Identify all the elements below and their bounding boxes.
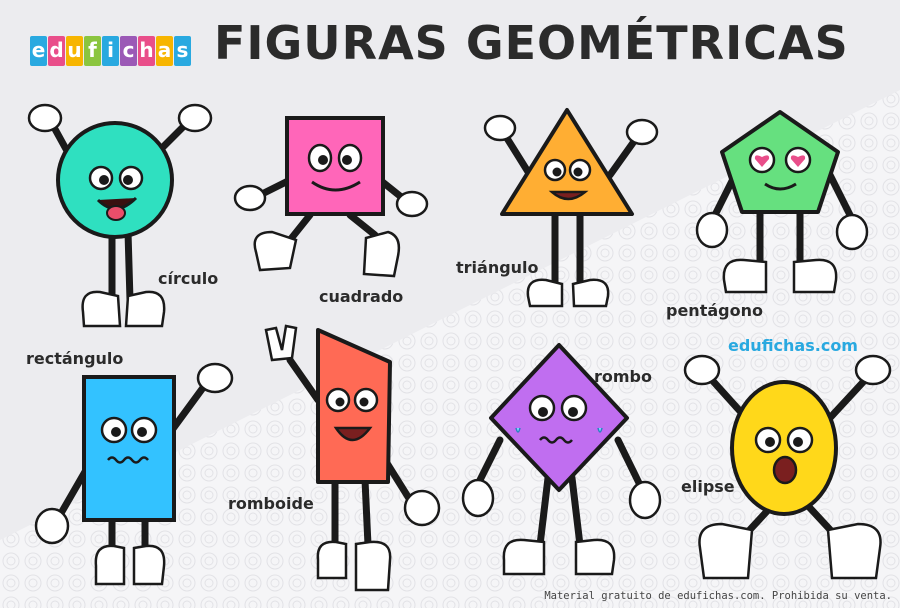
shape-label-elipse: elipse [681,477,735,496]
website-url[interactable]: edufichas.com [728,336,858,355]
ellipse-character [683,354,892,580]
worksheet: e d u f i c h a s FIGURAS GEOMÉTRICAS cí… [0,0,900,608]
footer-notice: Material gratuito de edufichas.com. Proh… [544,590,892,602]
shape-fill [730,380,838,516]
